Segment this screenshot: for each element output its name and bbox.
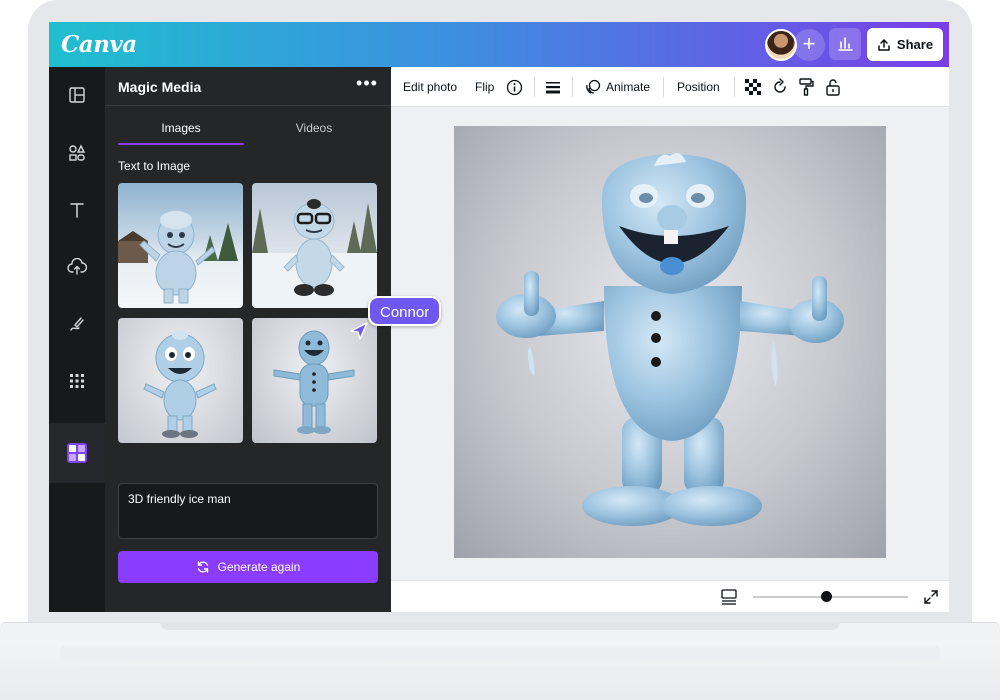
edit-photo-button[interactable]: Edit photo bbox=[403, 67, 457, 107]
design-canvas[interactable] bbox=[391, 107, 949, 580]
text-icon bbox=[70, 203, 84, 218]
add-collaborator-button[interactable]: + bbox=[793, 29, 825, 61]
keyboard-row bbox=[80, 666, 920, 680]
ice-man-image bbox=[118, 211, 238, 304]
tab-images[interactable]: Images bbox=[118, 121, 244, 135]
laptop-mockup: Canva + Share Magic Media ••• Images Vid… bbox=[0, 0, 1000, 700]
rail-item-apps[interactable] bbox=[49, 359, 105, 403]
toolbar-divider bbox=[572, 77, 573, 97]
lock-icon bbox=[826, 79, 840, 96]
toolbar-divider bbox=[734, 77, 735, 97]
result-thumbnail-1[interactable] bbox=[118, 183, 243, 308]
canvas-footer bbox=[391, 580, 949, 612]
top-bar: Canva + Share bbox=[49, 22, 949, 67]
laptop-base bbox=[0, 622, 1000, 700]
lines-icon bbox=[546, 82, 560, 94]
animate-icon bbox=[586, 79, 601, 94]
rail-item-draw[interactable] bbox=[49, 302, 105, 346]
info-icon bbox=[506, 79, 523, 95]
magic-media-icon bbox=[67, 443, 87, 463]
toolbar-divider bbox=[534, 77, 535, 97]
upload-share-icon bbox=[878, 38, 890, 51]
elements-icon bbox=[69, 144, 86, 161]
context-toolbar: Edit photo Flip Animate Position bbox=[391, 67, 949, 107]
generate-again-button[interactable]: Generate again bbox=[118, 551, 378, 583]
ice-man-image bbox=[252, 199, 377, 308]
more-options-button[interactable]: ••• bbox=[355, 73, 379, 97]
border-style-button[interactable] bbox=[545, 67, 561, 107]
tab-videos[interactable]: Videos bbox=[251, 121, 377, 135]
rail-item-elements[interactable] bbox=[49, 131, 105, 175]
rail-item-design[interactable] bbox=[49, 73, 105, 117]
apps-icon bbox=[70, 374, 84, 388]
copy-style-button[interactable] bbox=[798, 67, 814, 107]
ice-man-image bbox=[143, 330, 217, 438]
transparency-button[interactable] bbox=[745, 67, 761, 107]
prompt-input[interactable]: 3D friendly ice man bbox=[118, 483, 378, 539]
keyboard-row bbox=[60, 646, 940, 660]
animate-label: Animate bbox=[606, 80, 651, 94]
section-label: Text to Image bbox=[118, 159, 191, 173]
active-tab-indicator bbox=[118, 143, 244, 145]
share-button[interactable]: Share bbox=[867, 28, 943, 61]
result-thumbnail-3[interactable] bbox=[118, 318, 243, 443]
lock-button[interactable] bbox=[825, 67, 841, 107]
refresh-icon bbox=[197, 561, 208, 573]
ice-man-image bbox=[496, 153, 844, 526]
result-thumbnail-2[interactable] bbox=[252, 183, 377, 308]
share-label: Share bbox=[896, 37, 934, 52]
draw-icon bbox=[70, 317, 84, 331]
rail-item-magic-media[interactable] bbox=[49, 423, 105, 483]
laptop-hinge-lip bbox=[160, 622, 840, 630]
insights-button[interactable] bbox=[829, 28, 861, 60]
flip-button[interactable]: Flip bbox=[475, 67, 494, 107]
paint-roller-icon bbox=[799, 78, 814, 96]
collaborator-cursor-icon bbox=[350, 322, 368, 340]
info-button[interactable] bbox=[506, 67, 523, 107]
position-button[interactable]: Position bbox=[677, 67, 720, 107]
laptop-keyboard-deck bbox=[0, 640, 1000, 700]
panel-title: Magic Media bbox=[118, 79, 202, 95]
icon-rail bbox=[49, 67, 105, 612]
rail-item-uploads[interactable] bbox=[49, 245, 105, 289]
rotate-icon bbox=[774, 78, 786, 93]
collaborator-name-tag: Connor bbox=[368, 296, 442, 326]
rail-item-text[interactable] bbox=[49, 188, 105, 232]
plus-icon: + bbox=[802, 31, 816, 56]
expand-icon bbox=[924, 590, 938, 604]
fullscreen-button[interactable] bbox=[923, 589, 939, 610]
rotate-button[interactable] bbox=[771, 67, 789, 107]
animate-button[interactable]: Animate bbox=[585, 67, 650, 107]
canva-logo[interactable]: Canva bbox=[61, 31, 137, 58]
layout-icon bbox=[69, 87, 85, 103]
zoom-slider-handle[interactable] bbox=[820, 591, 832, 602]
ice-man-artwork[interactable] bbox=[454, 126, 886, 558]
bar-chart-icon bbox=[838, 37, 853, 51]
panel-divider bbox=[105, 105, 391, 106]
transparency-icon bbox=[745, 79, 761, 95]
app-screen: Canva + Share Magic Media ••• Images Vid… bbox=[49, 22, 949, 612]
generate-again-label: Generate again bbox=[217, 560, 301, 574]
page-layout-button[interactable] bbox=[721, 589, 737, 610]
toolbar-divider bbox=[663, 77, 664, 97]
upload-icon bbox=[67, 258, 87, 275]
page-layout-icon bbox=[721, 589, 737, 605]
